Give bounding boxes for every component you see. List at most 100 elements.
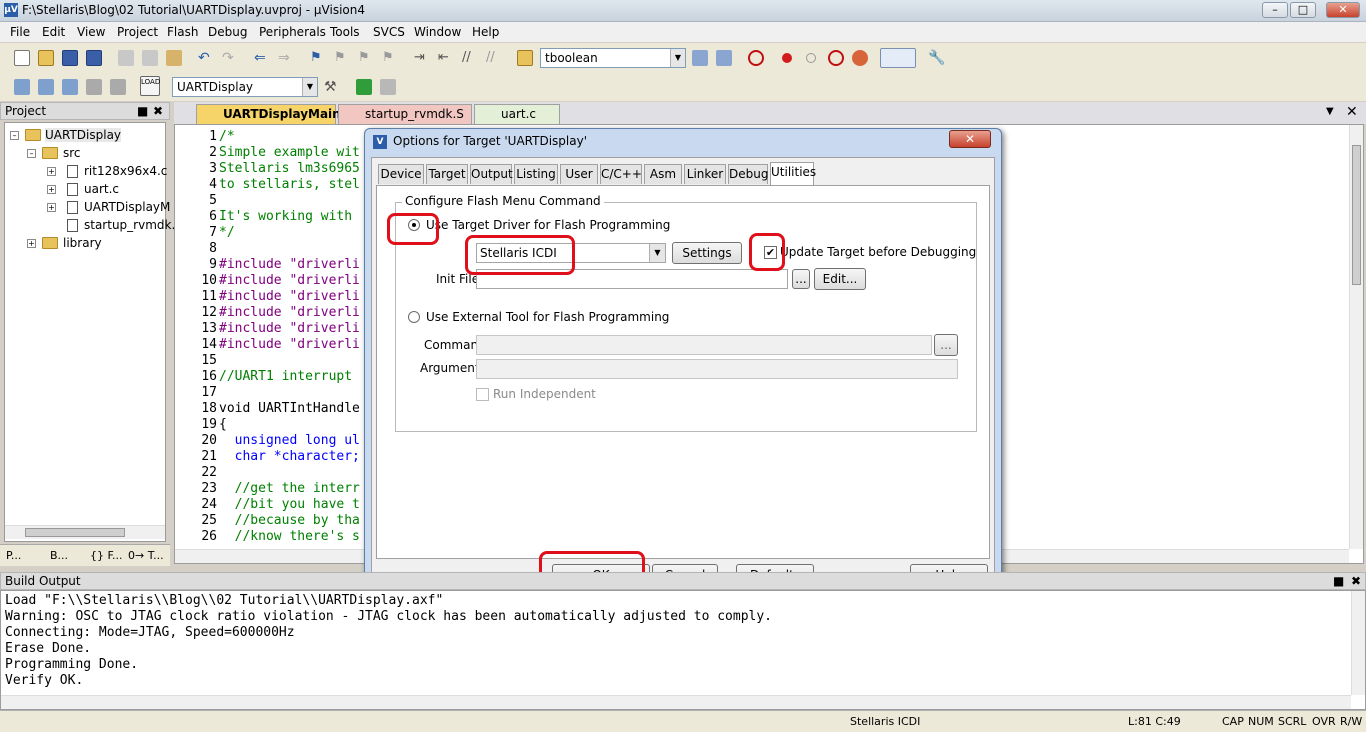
tab-cc[interactable]: C/C++ (600, 164, 642, 184)
tab-asm[interactable]: Asm (644, 164, 682, 184)
tab-debug[interactable]: Debug (728, 164, 768, 184)
scroll-thumb[interactable] (25, 528, 125, 537)
cut-icon[interactable] (118, 50, 134, 66)
nav-back-icon[interactable]: ⇐ (254, 50, 270, 66)
target-options-icon[interactable]: ⚒ (324, 79, 340, 95)
expand-icon[interactable]: + (27, 239, 36, 248)
tab-user[interactable]: User (560, 164, 598, 184)
open-folder-icon[interactable] (38, 50, 54, 66)
tab-utilities[interactable]: Utilities (770, 162, 816, 186)
menu-debug[interactable]: Debug (208, 25, 247, 39)
copy-icon[interactable] (142, 50, 158, 66)
menu-help[interactable]: Help (472, 25, 499, 39)
menu-flash[interactable]: Flash (167, 25, 198, 39)
tree-file[interactable]: UARTDisplayM (84, 200, 170, 214)
maximize-button[interactable]: □ (1290, 2, 1316, 18)
tab-device[interactable]: Device (378, 164, 424, 184)
use-external-tool-radio[interactable] (408, 311, 420, 323)
tab-linker[interactable]: Linker (684, 164, 726, 184)
prev-bookmark-icon[interactable]: ⚑ (334, 50, 350, 66)
chevron-down-icon[interactable]: ▼ (670, 49, 685, 67)
uncomment-icon[interactable]: // (486, 50, 502, 66)
expand-icon[interactable]: + (47, 167, 56, 176)
tab-listing[interactable]: Listing (514, 164, 558, 184)
find-icon[interactable] (692, 50, 708, 66)
menu-edit[interactable]: Edit (42, 25, 65, 39)
tree-file[interactable]: startup_rvmdk. (84, 218, 175, 232)
window-layout-icon[interactable] (880, 48, 916, 68)
translate-icon[interactable] (14, 79, 30, 95)
bookmark-icon[interactable]: ⚑ (310, 50, 326, 66)
close-window-button[interactable]: ✕ (1326, 2, 1360, 18)
tab-uartdisplaymain[interactable]: UARTDisplayMain.c (196, 104, 352, 124)
menu-peripherals[interactable]: Peripherals (259, 25, 326, 39)
tree-root[interactable]: UARTDisplay (45, 128, 122, 142)
undo-icon[interactable]: ↶ (198, 50, 214, 66)
menu-view[interactable]: View (77, 25, 105, 39)
horizontal-scrollbar[interactable] (1, 695, 1351, 709)
vertical-scrollbar[interactable] (1351, 591, 1365, 695)
expand-icon[interactable]: + (47, 185, 56, 194)
tab-templates[interactable]: 0→ T... (128, 549, 164, 562)
kill-all-breakpoints-icon[interactable] (852, 50, 868, 66)
collapse-icon[interactable]: – (10, 131, 19, 140)
new-file-icon[interactable] (14, 50, 30, 66)
pin-icon[interactable]: ■ (1333, 573, 1344, 589)
nav-forward-icon[interactable]: ⇒ (278, 50, 294, 66)
tab-list-icon[interactable]: ▼ (1326, 106, 1334, 117)
tree-file[interactable]: rit128x96x4.c (84, 164, 167, 178)
dialog-close-button[interactable]: ✕ (949, 130, 991, 148)
settings-button[interactable]: Settings (672, 242, 742, 264)
chevron-down-icon[interactable]: ▼ (649, 244, 665, 262)
tree-folder-src[interactable]: src (63, 146, 81, 160)
build-icon[interactable] (38, 79, 54, 95)
menu-window[interactable]: Window (414, 25, 461, 39)
disable-breakpoint-icon[interactable] (806, 53, 816, 63)
stop-build-icon[interactable] (110, 79, 126, 95)
close-panel-icon[interactable]: ✖ (153, 103, 163, 119)
browse-command-button[interactable]: ... (934, 334, 958, 356)
tree-folder-library[interactable]: library (63, 236, 102, 250)
close-tab-icon[interactable]: ✕ (1346, 104, 1358, 120)
unindent-icon[interactable]: ⇤ (438, 50, 454, 66)
horizontal-scrollbar[interactable] (5, 525, 165, 539)
comment-icon[interactable]: // (462, 50, 478, 66)
clear-bookmarks-icon[interactable]: ⚑ (382, 50, 398, 66)
select-packs-icon[interactable] (380, 79, 396, 95)
collapse-icon[interactable]: – (27, 149, 36, 158)
tab-books[interactable]: B... (50, 549, 68, 562)
disable-all-breakpoints-icon[interactable] (828, 50, 844, 66)
close-panel-icon[interactable]: ✖ (1351, 573, 1361, 589)
menu-svcs[interactable]: SVCS (373, 25, 405, 39)
minimize-button[interactable]: – (1262, 2, 1288, 18)
configure-icon[interactable]: 🔧 (928, 50, 945, 66)
scroll-thumb[interactable] (1352, 145, 1361, 285)
find-combo[interactable]: tboolean ▼ (540, 48, 686, 68)
load-icon[interactable]: LOAD (140, 76, 160, 96)
tab-functions[interactable]: {} F... (90, 549, 123, 562)
batch-build-icon[interactable] (86, 79, 102, 95)
find-in-files-icon[interactable] (517, 50, 533, 66)
tab-output[interactable]: Output (470, 164, 513, 184)
target-select[interactable]: UARTDisplay ▼ (172, 77, 318, 97)
chevron-down-icon[interactable]: ▼ (302, 78, 317, 96)
expand-icon[interactable]: + (47, 203, 56, 212)
manage-components-icon[interactable] (356, 79, 372, 95)
menu-project[interactable]: Project (117, 25, 158, 39)
tab-uart[interactable]: uart.c (474, 104, 560, 124)
edit-button[interactable]: Edit... (814, 268, 866, 290)
paste-icon[interactable] (166, 50, 182, 66)
next-bookmark-icon[interactable]: ⚑ (358, 50, 374, 66)
menu-file[interactable]: File (10, 25, 30, 39)
save-all-icon[interactable] (86, 50, 102, 66)
start-debug-icon[interactable] (748, 50, 764, 66)
pin-icon[interactable]: ■ (137, 103, 148, 119)
save-icon[interactable] (62, 50, 78, 66)
menu-tools[interactable]: Tools (330, 25, 360, 39)
breakpoint-icon[interactable] (782, 53, 792, 63)
indent-icon[interactable]: ⇥ (414, 50, 430, 66)
tab-target[interactable]: Target (426, 164, 468, 184)
redo-icon[interactable]: ↷ (222, 50, 238, 66)
tab-project[interactable]: P... (6, 549, 21, 562)
tab-startup[interactable]: startup_rvmdk.S (338, 104, 472, 124)
